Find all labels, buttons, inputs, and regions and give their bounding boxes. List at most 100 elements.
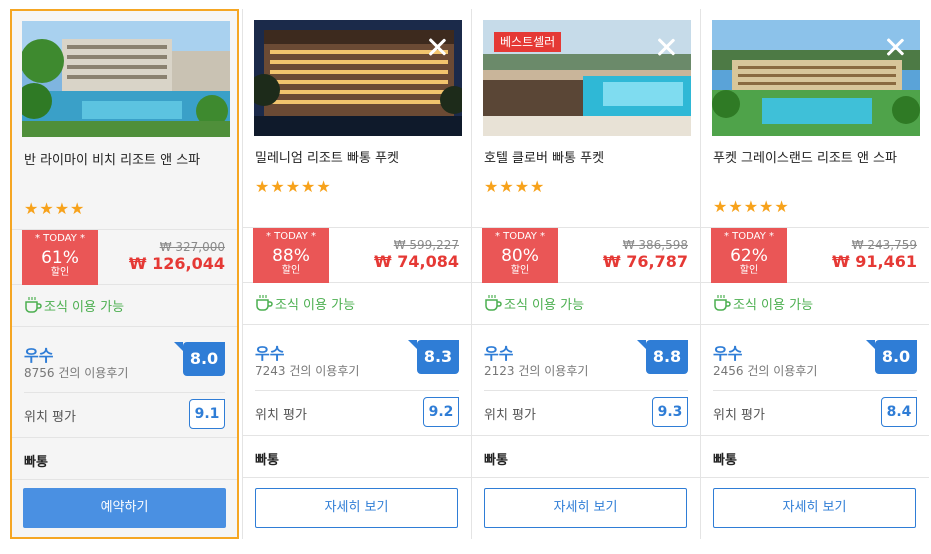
sale-price: ₩ 91,461 — [832, 252, 917, 271]
original-price: ₩ 243,759 — [851, 238, 917, 252]
breakfast-row: 조식 이용 가능 — [701, 283, 929, 325]
price-row: * TODAY * 80% 할인 ₩ 386,598 ₩ 76,787 — [472, 227, 700, 283]
review-section: 우수 2456 건의 이용후기 8.0 위치 평가 8.4 — [701, 325, 929, 436]
review-score-badge: 8.0 — [866, 340, 917, 374]
price-row: * TODAY * 62% 할인 ₩ 243,759 ₩ 91,461 — [701, 227, 929, 283]
location-score-badge: 9.3 — [652, 397, 688, 427]
location-rating-label: 위치 평가 — [24, 410, 76, 425]
location-score-badge: 9.1 — [189, 399, 225, 429]
close-icon[interactable] — [655, 36, 677, 58]
breakfast-row: 조식 이용 가능 — [12, 285, 237, 327]
today-label: * TODAY * — [494, 231, 546, 242]
close-icon[interactable] — [884, 36, 906, 58]
book-button[interactable]: 예약하기 — [23, 488, 226, 528]
star-rating: ★★★★ — [24, 199, 86, 218]
coffee-cup-icon — [485, 295, 502, 311]
star-rating: ★★★★ — [484, 177, 546, 196]
today-label: * TODAY * — [723, 231, 775, 242]
location-rating-label: 위치 평가 — [713, 408, 765, 423]
hotel-card[interactable]: 푸켓 그레이스랜드 리조트 앤 스파 ★★★★★ * TODAY * 62% 할… — [700, 9, 929, 539]
original-price: ₩ 599,227 — [393, 238, 459, 252]
divider — [713, 390, 917, 391]
hotel-photo[interactable] — [712, 20, 920, 136]
discount-badge: * TODAY * 62% 할인 — [711, 228, 787, 283]
divider — [255, 390, 459, 391]
review-score-badge: 8.0 — [174, 342, 225, 376]
breakfast-text: 조식 이용 가능 — [275, 298, 356, 313]
breakfast-text: 조식 이용 가능 — [733, 298, 814, 313]
bestseller-badge: 베스트셀러 — [494, 32, 562, 52]
discount-label: 할인 — [739, 265, 759, 276]
discount-percent: 80% — [501, 246, 539, 266]
review-section: 우수 8756 건의 이용후기 8.0 위치 평가 9.1 — [12, 327, 237, 438]
review-grade: 우수 — [484, 344, 514, 363]
area-name: 빠통 — [713, 453, 737, 468]
location-score-badge: 9.2 — [423, 397, 459, 427]
hotel-card[interactable]: 밀레니엄 리조트 빠통 푸켓 ★★★★★ * TODAY * 88% 할인 ₩ … — [242, 9, 471, 539]
area-name: 빠통 — [24, 455, 48, 470]
review-count[interactable]: 7243 건의 이용후기 — [255, 362, 359, 379]
hotel-name[interactable]: 호텔 클로버 빠통 푸켓 — [484, 149, 680, 168]
today-label: * TODAY * — [34, 233, 86, 244]
discount-badge: * TODAY * 80% 할인 — [482, 228, 558, 283]
review-score-badge: 8.3 — [408, 340, 459, 374]
star-rating: ★★★★★ — [713, 197, 790, 216]
hotel-card[interactable]: 베스트셀러 호텔 클로버 빠통 푸켓 ★★★★ * TODAY * 80% 할인… — [471, 9, 700, 539]
breakfast-text: 조식 이용 가능 — [504, 298, 585, 313]
hotel-photo[interactable] — [254, 20, 462, 136]
discount-percent: 62% — [730, 246, 768, 266]
review-grade: 우수 — [713, 344, 743, 363]
star-rating: ★★★★★ — [255, 177, 332, 196]
hotel-image — [22, 21, 230, 137]
area-name: 빠통 — [484, 453, 508, 468]
breakfast-row: 조식 이용 가능 — [243, 283, 471, 325]
divider — [484, 390, 688, 391]
review-grade: 우수 — [24, 346, 54, 365]
area-row: 빠통 — [12, 438, 237, 480]
discount-percent: 61% — [41, 248, 79, 268]
review-section: 우수 2123 건의 이용후기 8.8 위치 평가 9.3 — [472, 325, 700, 436]
hotel-photo[interactable] — [22, 21, 230, 137]
review-count[interactable]: 8756 건의 이용후기 — [24, 364, 128, 381]
location-score-badge: 8.4 — [881, 397, 917, 427]
sale-price: ₩ 126,044 — [128, 254, 225, 273]
hotel-name[interactable]: 푸켓 그레이스랜드 리조트 앤 스파 — [713, 149, 909, 168]
hotel-card[interactable]: 반 라이마이 비치 리조트 앤 스파 ★★★★ * TODAY * 61% 할인… — [10, 9, 239, 539]
details-button[interactable]: 자세히 보기 — [255, 488, 458, 528]
hotel-name[interactable]: 밀레니엄 리조트 빠통 푸켓 — [255, 149, 451, 168]
discount-badge: * TODAY * 88% 할인 — [253, 228, 329, 283]
discount-percent: 88% — [272, 246, 310, 266]
close-icon[interactable] — [426, 36, 448, 58]
area-row: 빠통 — [472, 436, 700, 478]
details-button[interactable]: 자세히 보기 — [713, 488, 916, 528]
location-rating-label: 위치 평가 — [255, 408, 307, 423]
area-row: 빠통 — [243, 436, 471, 478]
review-score-badge: 8.8 — [637, 340, 688, 374]
review-count[interactable]: 2456 건의 이용후기 — [713, 362, 817, 379]
coffee-cup-icon — [25, 297, 42, 313]
original-price: ₩ 386,598 — [622, 238, 688, 252]
location-rating-label: 위치 평가 — [484, 408, 536, 423]
details-button[interactable]: 자세히 보기 — [484, 488, 687, 528]
sale-price: ₩ 74,084 — [374, 252, 459, 271]
area-name: 빠통 — [255, 453, 279, 468]
divider — [24, 392, 225, 393]
area-row: 빠통 — [701, 436, 929, 478]
breakfast-text: 조식 이용 가능 — [44, 300, 125, 315]
discount-badge: * TODAY * 61% 할인 — [22, 230, 98, 285]
discount-label: 할인 — [281, 265, 301, 276]
review-grade: 우수 — [255, 344, 285, 363]
coffee-cup-icon — [714, 295, 731, 311]
sale-price: ₩ 76,787 — [603, 252, 688, 271]
review-section: 우수 7243 건의 이용후기 8.3 위치 평가 9.2 — [243, 325, 471, 436]
original-price: ₩ 327,000 — [159, 240, 225, 254]
hotel-name[interactable]: 반 라이마이 비치 리조트 앤 스파 — [24, 151, 220, 170]
breakfast-row: 조식 이용 가능 — [472, 283, 700, 325]
discount-label: 할인 — [50, 267, 70, 278]
price-row: * TODAY * 61% 할인 ₩ 327,000 ₩ 126,044 — [12, 229, 237, 285]
coffee-cup-icon — [256, 295, 273, 311]
review-count[interactable]: 2123 건의 이용후기 — [484, 362, 588, 379]
hotel-photo[interactable]: 베스트셀러 — [483, 20, 691, 136]
price-row: * TODAY * 88% 할인 ₩ 599,227 ₩ 74,084 — [243, 227, 471, 283]
today-label: * TODAY * — [265, 231, 317, 242]
